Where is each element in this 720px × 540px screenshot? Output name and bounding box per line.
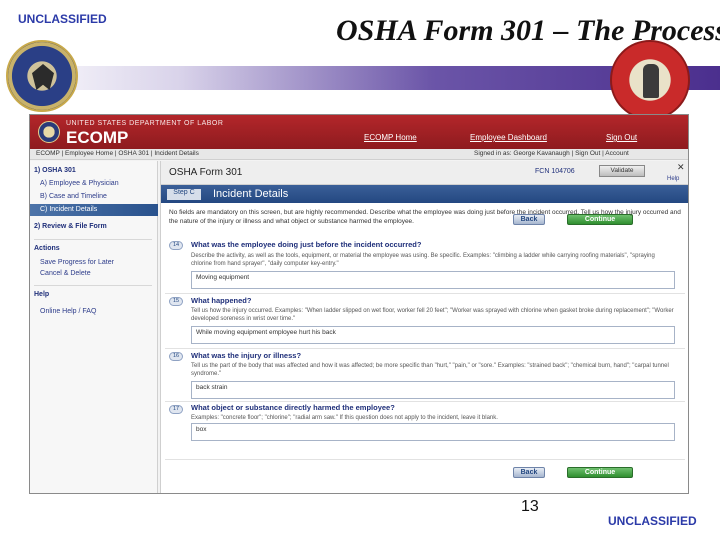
instructions-text: No fields are mandatory on this screen, …: [169, 209, 681, 225]
nav-section-review-file[interactable]: 2) Review & File Form: [34, 223, 107, 230]
nav-help-link[interactable]: Online Help / FAQ: [40, 308, 96, 315]
national-guard-emblem-icon: [610, 40, 690, 120]
section-title: Incident Details: [213, 188, 289, 200]
divider: [165, 459, 685, 460]
slide-number: 13: [521, 498, 539, 515]
nav-actions-header: Actions: [34, 245, 60, 252]
minuteman-icon: [643, 64, 659, 98]
divider: [34, 239, 152, 240]
question-number: 17: [169, 405, 183, 414]
nav-item-label: C) Incident Details: [40, 206, 98, 213]
answer-field-activity[interactable]: Moving equipment: [191, 271, 675, 289]
form-title: OSHA Form 301: [169, 167, 243, 178]
question-title: What was the employee doing just before …: [191, 240, 422, 249]
nav-item-incident-details[interactable]: C) Incident Details: [30, 204, 158, 216]
app-header: UNITED STATES DEPARTMENT OF LABOR ECOMP …: [30, 115, 688, 149]
question-number: 15: [169, 297, 183, 306]
question-number: 14: [169, 241, 183, 250]
app-name: ECOMP: [66, 128, 129, 147]
divider: [34, 285, 152, 286]
header-link-ecomp-home[interactable]: ECOMP Home: [364, 133, 417, 142]
user-info[interactable]: Signed in as: George Kavanaugh | Sign Ou…: [474, 150, 629, 157]
nav-section-label: 1) OSHA 301: [34, 167, 76, 174]
divider: [165, 401, 685, 402]
answer-field-what-happened[interactable]: While moving equipment employee hurt his…: [191, 326, 675, 344]
nav-item-employee-physician[interactable]: A) Employee & Physician: [40, 180, 119, 187]
nav-help-header: Help: [34, 291, 49, 298]
ecomp-screenshot: UNITED STATES DEPARTMENT OF LABOR ECOMP …: [29, 114, 689, 494]
question-example: Describe the activity, as well as the to…: [191, 253, 655, 267]
question-title: What was the injury or illness?: [191, 351, 302, 360]
sub-bar: ECOMP | Employee Home | OSHA 301 | Incid…: [30, 149, 688, 160]
classification-label-top: UNCLASSIFIED: [18, 12, 107, 26]
back-button-bottom[interactable]: Back: [513, 467, 545, 478]
divider: [165, 348, 685, 349]
answer-field-object[interactable]: box: [191, 423, 675, 441]
validate-button[interactable]: Validate: [599, 165, 645, 177]
question-example: Tell us how the injury occurred. Example…: [191, 308, 674, 322]
eagle-icon: [32, 64, 54, 90]
classification-label-bottom: UNCLASSIFIED: [608, 514, 697, 528]
agency-name: UNITED STATES DEPARTMENT OF LABOR: [66, 120, 224, 127]
section-header: Step C Incident Details Back Continue: [161, 185, 688, 225]
nav-header-label: Help: [34, 291, 50, 298]
nav-action-save-progress[interactable]: Save Progress for Later: [40, 259, 114, 266]
nav-header-label: Actions: [34, 245, 60, 252]
header-link-sign-out[interactable]: Sign Out: [606, 133, 637, 142]
continue-button-bottom[interactable]: Continue: [567, 467, 633, 478]
nav-action-cancel-delete[interactable]: Cancel & Delete: [40, 270, 91, 277]
breadcrumb[interactable]: ECOMP | Employee Home | OSHA 301 | Incid…: [36, 150, 199, 157]
form-title-bar: OSHA Form 301 FCN 104706 Validate ✕ Help: [161, 161, 688, 185]
left-nav: 1) OSHA 301 A) Employee & Physician B) C…: [30, 161, 158, 493]
nav-section-osha-301[interactable]: 1) OSHA 301: [34, 167, 76, 174]
question-example: Examples: "concrete floor"; "chlorine"; …: [191, 415, 498, 421]
nav-section-label: 2) Review & File Form: [34, 223, 107, 230]
question-title: What object or substance directly harmed…: [191, 403, 395, 412]
question-title: What happened?: [191, 296, 252, 305]
question-example: Tell us the part of the body that was af…: [191, 363, 669, 377]
help-link[interactable]: Help: [667, 176, 679, 182]
close-icon[interactable]: ✕: [677, 162, 685, 173]
question-number: 16: [169, 352, 183, 361]
step-indicator: Step C: [167, 189, 201, 200]
answer-field-injury[interactable]: back strain: [191, 381, 675, 399]
dol-seal-icon: [38, 121, 60, 143]
nav-item-case-timeline[interactable]: B) Case and Timeline: [40, 193, 107, 200]
divider: [165, 293, 685, 294]
national-guard-bureau-seal-icon: [6, 40, 78, 112]
form-panel: OSHA Form 301 FCN 104706 Validate ✕ Help…: [160, 161, 688, 493]
fcn-number: FCN 104706: [535, 168, 575, 175]
header-link-dashboard[interactable]: Employee Dashboard: [470, 133, 547, 142]
